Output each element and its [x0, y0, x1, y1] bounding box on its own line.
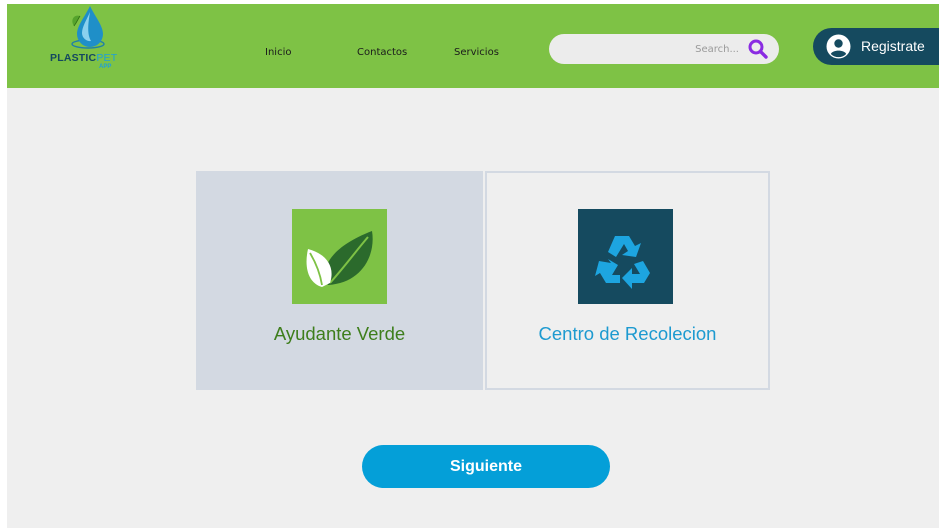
recycle-tile	[578, 209, 673, 304]
water-drop-leaf-icon	[71, 6, 105, 49]
search-icon[interactable]	[747, 38, 769, 60]
top-bar: PLASTICPET APP Inicio Contactos Servicio…	[7, 4, 939, 88]
option-label-centro-de-recolecion: Centro de Recolecion	[538, 323, 717, 344]
search-box	[549, 34, 779, 64]
register-button[interactable]: Registrate	[813, 28, 939, 65]
brand-name: PLASTIC	[50, 52, 97, 64]
recycle-icon	[595, 236, 650, 289]
nav-contactos[interactable]: Contactos	[357, 47, 407, 58]
leaf-icon	[306, 231, 373, 287]
option-label-ayudante-verde: Ayudante Verde	[273, 323, 406, 344]
register-label: Registrate	[861, 38, 925, 54]
next-button[interactable]: Siguiente	[362, 445, 610, 488]
brand-accent: PET	[96, 52, 118, 64]
search-input[interactable]	[563, 40, 739, 58]
user-circle-icon	[826, 34, 851, 59]
option-ayudante-verde[interactable]: Ayudante Verde	[196, 171, 483, 390]
brand-sub: APP	[99, 64, 112, 70]
option-centro-de-recolecion[interactable]: Centro de Recolecion	[485, 171, 770, 390]
leaf-tile	[292, 209, 387, 304]
nav-inicio[interactable]: Inicio	[265, 47, 291, 58]
nav-servicios[interactable]: Servicios	[454, 47, 499, 58]
brand-logo[interactable]: PLASTICPET APP	[50, 4, 130, 74]
